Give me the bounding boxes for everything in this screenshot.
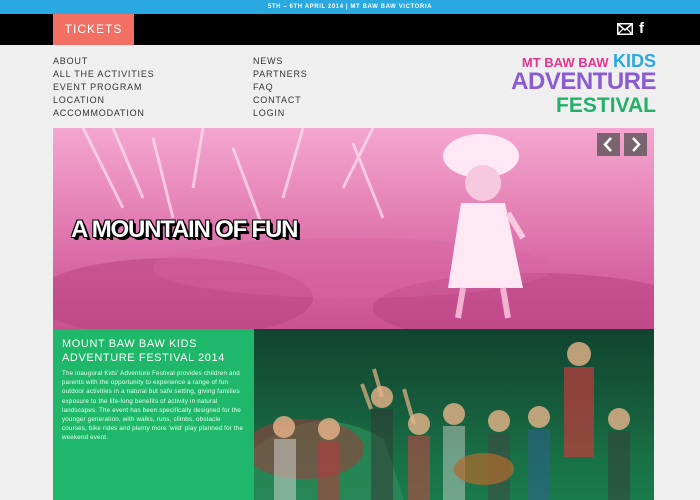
intro-panel: MOUNT BAW BAW KIDS ADVENTURE FESTIVAL 20… bbox=[53, 329, 254, 500]
kids-group-photo bbox=[254, 329, 654, 500]
menu-item-location[interactable]: LOCATION bbox=[53, 94, 154, 107]
menu-item-faq[interactable]: FAQ bbox=[253, 81, 308, 94]
menu-item-contact[interactable]: CONTACT bbox=[253, 94, 308, 107]
menu-item-news[interactable]: NEWS bbox=[253, 55, 308, 68]
chevron-right-icon bbox=[632, 137, 641, 152]
menu-item-partners[interactable]: PARTNERS bbox=[253, 68, 308, 81]
menu-item-about[interactable]: ABOUT bbox=[53, 55, 154, 68]
logo-adventure: ADVENTURE bbox=[511, 68, 656, 95]
hero-title: A MOUNTAIN OF FUN bbox=[71, 216, 298, 243]
menu-item-event-program[interactable]: EVENT PROGRAM bbox=[53, 81, 154, 94]
menu-item-all-activities[interactable]: ALL THE ACTIVITIES bbox=[53, 68, 154, 81]
hero-slider: A MOUNTAIN OF FUN bbox=[53, 128, 654, 329]
logo-festival: FESTIVAL bbox=[556, 94, 656, 117]
main-menu-right: NEWS PARTNERS FAQ CONTACT LOGIN bbox=[253, 55, 308, 120]
main-menu-left: ABOUT ALL THE ACTIVITIES EVENT PROGRAM L… bbox=[53, 55, 154, 120]
intro-body: The inaugural Kids' Adventure Festival p… bbox=[62, 370, 244, 442]
slider-prev-button[interactable] bbox=[597, 133, 620, 156]
top-navbar: TICKETS f bbox=[0, 14, 700, 45]
chevron-left-icon bbox=[603, 137, 612, 152]
menu-item-accommodation[interactable]: ACCOMMODATION bbox=[53, 107, 154, 120]
slider-next-button[interactable] bbox=[624, 133, 647, 156]
festival-logo[interactable]: MT BAW BAW KIDS ADVENTURE FESTIVAL bbox=[490, 52, 660, 122]
menu-item-login[interactable]: LOGIN bbox=[253, 107, 308, 120]
mail-icon[interactable] bbox=[617, 23, 633, 35]
tickets-button[interactable]: TICKETS bbox=[53, 14, 134, 45]
intro-title: MOUNT BAW BAW KIDS ADVENTURE FESTIVAL 20… bbox=[62, 338, 225, 364]
date-banner: 5TH – 6TH APRIL 2014 | MT BAW BAW VICTOR… bbox=[0, 0, 700, 14]
kids-group-image bbox=[254, 329, 654, 500]
facebook-icon[interactable]: f bbox=[639, 20, 651, 38]
